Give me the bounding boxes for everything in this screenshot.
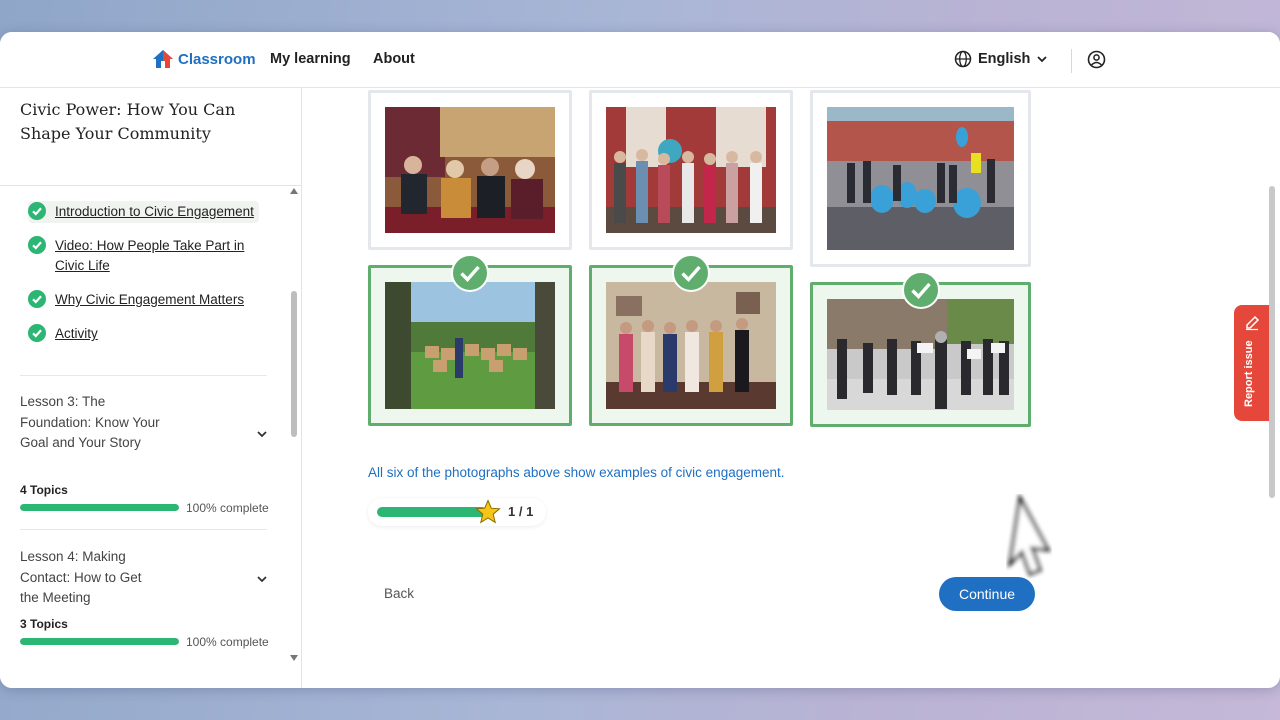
report-issue-button[interactable]: Report issue <box>1234 305 1270 421</box>
score-label: 1 / 1 <box>508 504 534 519</box>
lesson-4-progress-label: 100% complete <box>186 635 269 649</box>
star-icon <box>475 499 501 524</box>
photo-option-2[interactable] <box>589 90 793 250</box>
lesson-divider <box>20 529 267 530</box>
language-label: English <box>978 51 1031 67</box>
chevron-down-icon[interactable] <box>256 575 268 583</box>
lesson-3-title[interactable]: Lesson 3: The Foundation: Know Your Goal… <box>20 392 160 454</box>
topic-label: Introduction to Civic Engagement <box>55 204 254 219</box>
score-indicator: 1 / 1 <box>368 498 546 526</box>
lesson-3-progress-bar <box>20 504 179 511</box>
topic-item-activity[interactable]: Activity <box>28 324 255 344</box>
back-button[interactable]: Back <box>384 586 414 601</box>
photo-food-distribution <box>385 282 555 409</box>
logo-text: Classroom <box>178 50 256 68</box>
topic-label: Video: How People Take Part in Civic Lif… <box>55 238 245 273</box>
check-badge-icon <box>672 254 710 292</box>
check-badge-icon <box>451 254 489 292</box>
topic-item-why[interactable]: Why Civic Engagement Matters <box>28 290 255 310</box>
page-scrollbar[interactable] <box>1269 186 1275 498</box>
photo-park-cleanup <box>827 107 1014 250</box>
photo-group-portrait <box>606 107 776 233</box>
photo-option-1[interactable] <box>368 90 572 250</box>
nav-about[interactable]: About <box>373 51 415 67</box>
score-progress-bar <box>377 507 487 517</box>
lesson-4-topic-count: 3 Topics <box>20 617 68 631</box>
check-circle-icon <box>28 236 46 254</box>
lesson-4-title[interactable]: Lesson 4: Making Contact: How to Get the… <box>20 547 160 609</box>
topic-item-intro[interactable]: Introduction to Civic Engagement <box>28 201 259 223</box>
course-title: Civic Power: How You Can Shape Your Comm… <box>20 100 236 143</box>
app-window: Classroom My learning About English Civi… <box>0 32 1280 688</box>
photo-option-3[interactable] <box>810 90 1031 267</box>
feedback-text: All six of the photographs above show ex… <box>368 465 785 480</box>
house-icon <box>153 50 173 68</box>
mouse-pointer-icon <box>1007 494 1051 576</box>
check-badge-icon <box>902 271 940 309</box>
lesson-divider <box>20 375 267 376</box>
pencil-icon <box>1246 315 1260 331</box>
report-issue-label: Report issue <box>1243 340 1255 407</box>
topic-item-video[interactable]: Video: How People Take Part in Civic Lif… <box>28 236 255 276</box>
lesson-4-progress-bar <box>20 638 179 645</box>
nav-my-learning[interactable]: My learning <box>270 51 351 67</box>
lesson-3-progress-label: 100% complete <box>186 501 269 515</box>
check-circle-icon <box>28 324 46 342</box>
check-circle-icon <box>28 290 46 308</box>
top-navigation: Classroom My learning About English <box>0 32 1280 88</box>
account-button[interactable] <box>1087 50 1106 74</box>
sidebar-scrollbar[interactable] <box>291 291 297 437</box>
classroom-logo[interactable]: Classroom <box>152 49 256 69</box>
photo-street-rally <box>827 299 1014 410</box>
globe-icon <box>954 50 972 68</box>
sidebar-divider <box>0 185 301 186</box>
photo-office-meeting <box>606 282 776 409</box>
header-divider <box>1071 49 1072 73</box>
sidebar-scroll-up[interactable] <box>290 188 298 194</box>
sidebar-scroll-down[interactable] <box>290 655 298 661</box>
lesson-3-topic-count: 4 Topics <box>20 483 68 497</box>
course-sidebar: Civic Power: How You Can Shape Your Comm… <box>0 88 302 688</box>
chevron-down-icon <box>1037 56 1048 63</box>
photo-panel-discussion <box>385 107 555 233</box>
topic-label: Activity <box>55 326 98 341</box>
user-circle-icon <box>1087 50 1106 69</box>
language-selector[interactable]: English <box>954 50 1048 68</box>
check-circle-icon <box>28 202 46 220</box>
topic-label: Why Civic Engagement Matters <box>55 292 245 307</box>
progress-fill <box>20 504 179 511</box>
chevron-down-icon[interactable] <box>256 430 268 438</box>
progress-fill <box>20 638 179 645</box>
